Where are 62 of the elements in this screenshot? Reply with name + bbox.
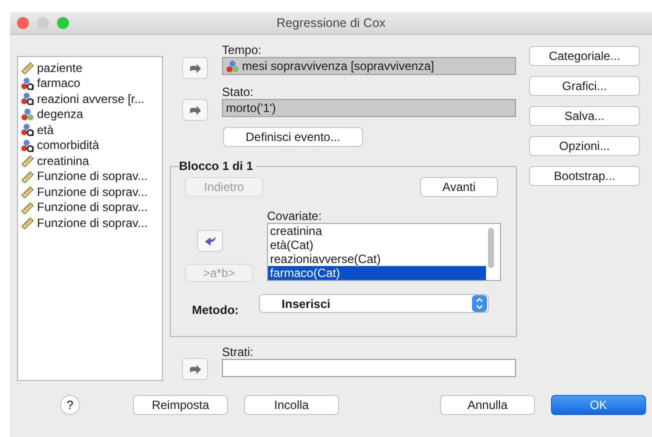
zoom-button[interactable] — [57, 17, 69, 29]
covariate-item[interactable]: reazioniavverse(Cat) — [268, 252, 486, 266]
next-button[interactable]: Avanti — [420, 177, 498, 197]
dialog-button[interactable]: Categoriale... — [529, 46, 640, 66]
close-button[interactable] — [17, 17, 29, 29]
variable-item[interactable]: reazioni avverse [r... — [18, 91, 162, 106]
dropdown-arrows-icon — [472, 295, 487, 312]
ruler-icon — [21, 200, 34, 214]
dialog-button[interactable]: Annulla — [440, 395, 535, 415]
field-label: Strati: — [222, 345, 254, 359]
define-event-button[interactable]: Definisci evento... — [223, 127, 363, 147]
dialog-button[interactable]: Salva... — [529, 106, 640, 126]
ruler-icon — [21, 216, 34, 230]
variable-item[interactable]: Funzione di soprav... — [18, 215, 162, 230]
method-dropdown[interactable]: Inserisci — [258, 294, 489, 313]
help-button[interactable]: ? — [60, 395, 80, 415]
field-label: Covariate: — [267, 209, 323, 223]
status-field[interactable]: morto('1') — [222, 99, 516, 117]
dialog-button[interactable]: Incolla — [244, 395, 339, 415]
ruler-icon — [21, 185, 34, 198]
scrollbar-thumb[interactable] — [488, 228, 494, 268]
field-label: Stato: — [222, 85, 254, 99]
variable-item[interactable]: Funzione di soprav... — [18, 200, 162, 215]
field-label: Tempo: — [222, 43, 262, 57]
dialog-button[interactable]: Bootstrap... — [529, 166, 640, 186]
time-field[interactable]: mesi sopravvivenza [sopravvivenza] — [222, 57, 516, 75]
ruler-icon — [21, 170, 34, 183]
variable-item[interactable]: farmaco — [18, 76, 162, 91]
string-variable-icon — [21, 76, 34, 90]
block-title: Blocco 1 di 1 — [179, 159, 254, 173]
variable-item[interactable]: età — [18, 122, 162, 138]
variable-item[interactable]: Funzione di soprav... — [18, 184, 162, 200]
variable-item[interactable]: paziente — [18, 60, 162, 76]
string-variable-icon — [21, 92, 34, 106]
dialog-button[interactable]: Reimposta — [133, 395, 228, 415]
dialog-button[interactable]: Opzioni... — [529, 136, 640, 156]
ruler-icon — [21, 61, 34, 74]
move-right-button[interactable] — [182, 358, 208, 380]
nominal-variable-icon — [21, 108, 34, 121]
dialog-button[interactable]: OK — [551, 395, 646, 415]
variable-item[interactable]: creatinina — [18, 153, 162, 168]
window-title: Regressione di Cox — [276, 16, 386, 30]
move-left-button[interactable] — [197, 230, 223, 252]
dialog-button[interactable]: Grafici... — [529, 76, 640, 96]
arrow-right-icon — [188, 104, 202, 116]
string-variable-icon — [21, 138, 34, 152]
field-label: Metodo: — [191, 303, 239, 317]
covariate-item[interactable]: età(Cat) — [268, 238, 486, 252]
move-right-button[interactable] — [182, 57, 208, 79]
covariate-item[interactable]: farmaco(Cat) — [268, 266, 486, 280]
variable-item[interactable]: Funzione di soprav... — [18, 168, 162, 184]
covariate-item[interactable]: creatinina — [268, 224, 486, 238]
arrow-right-icon — [188, 62, 202, 74]
arrow-left-icon — [204, 236, 216, 246]
move-right-button[interactable] — [182, 99, 208, 121]
ruler-icon — [21, 154, 34, 168]
strata-field[interactable] — [222, 359, 516, 377]
arrow-right-icon — [188, 364, 202, 374]
string-variable-icon — [21, 123, 34, 136]
variable-item[interactable]: comorbidità — [18, 138, 162, 153]
nominal-variable-icon — [226, 60, 239, 72]
variable-item[interactable]: degenza — [18, 106, 162, 122]
